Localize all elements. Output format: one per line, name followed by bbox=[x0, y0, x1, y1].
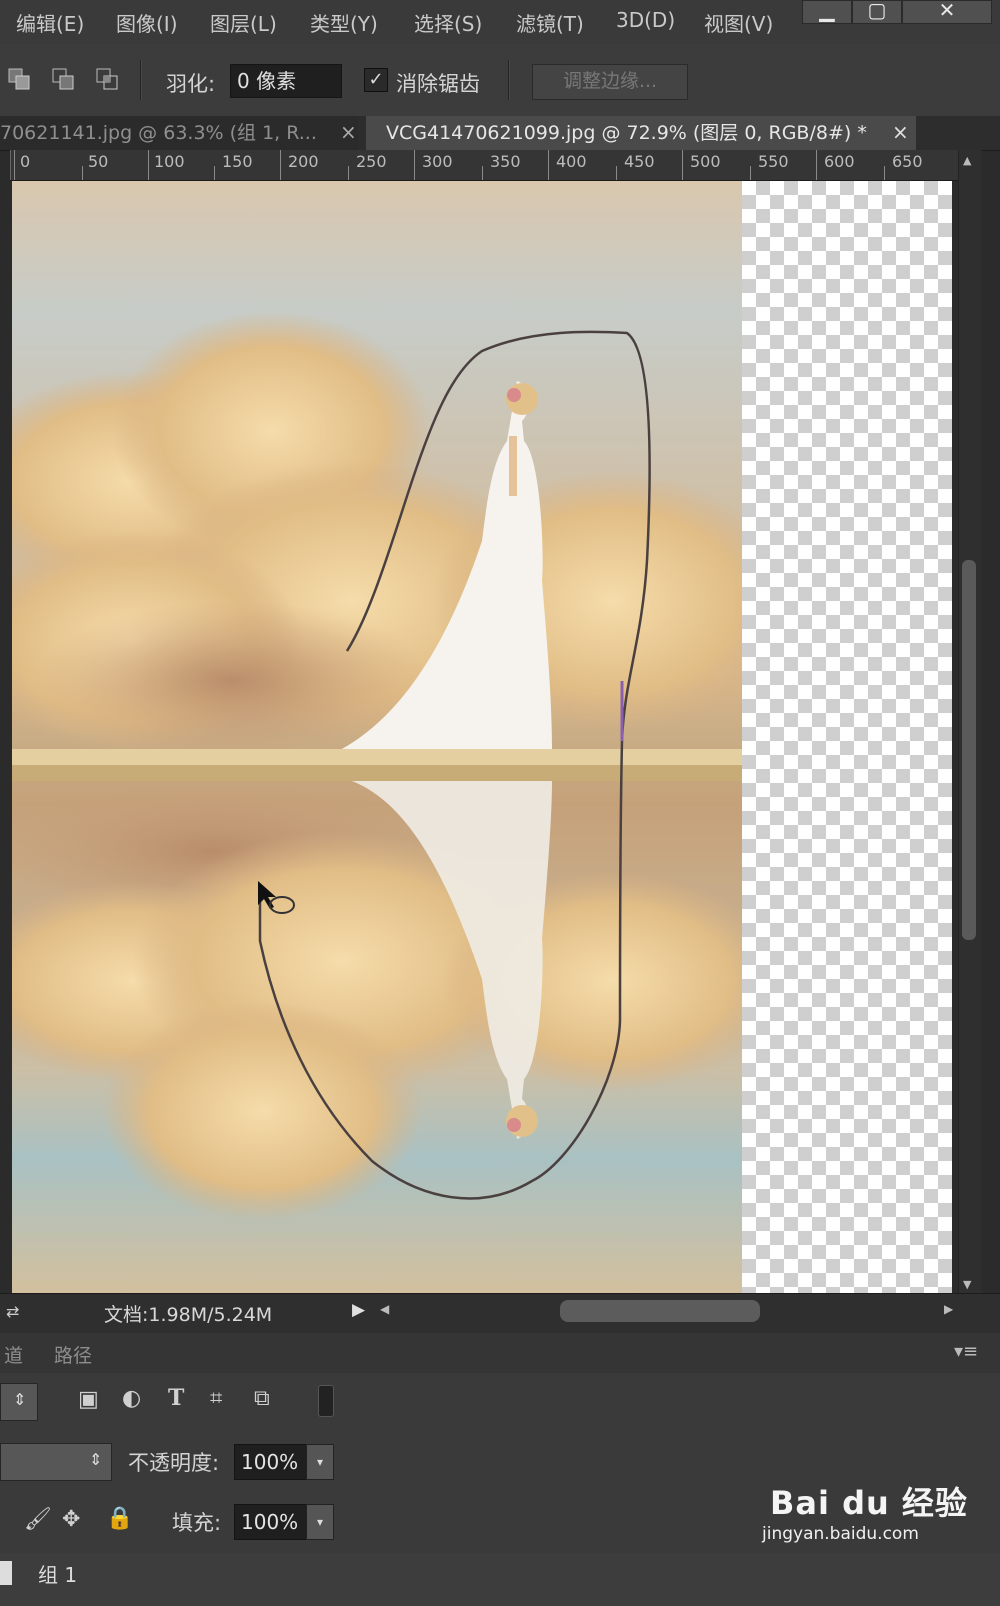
lock-all-icon[interactable]: 🔒 bbox=[106, 1506, 133, 1531]
status-menu-arrow-icon[interactable]: ▶ bbox=[352, 1300, 365, 1320]
filter-toggle-switch[interactable] bbox=[318, 1385, 334, 1417]
transparent-area bbox=[742, 181, 952, 1293]
tab-channels[interactable]: 道 bbox=[4, 1341, 23, 1368]
ruler-label: 150 bbox=[222, 152, 253, 171]
visibility-eye-icon[interactable] bbox=[0, 1561, 12, 1585]
ruler-label: 550 bbox=[758, 152, 789, 171]
lock-position-move-icon[interactable]: ✥ bbox=[62, 1507, 80, 1532]
tab-close-icon[interactable]: × bbox=[892, 120, 909, 144]
baidu-jingyan-watermark: Bai du 经验 jingyan.baidu.com bbox=[756, 1466, 986, 1556]
blend-mode-select[interactable]: ⇕ bbox=[0, 1443, 112, 1481]
layer-row[interactable]: 组 1 bbox=[0, 1553, 1000, 1606]
pixel-layer-filter-icon[interactable]: ▣ bbox=[78, 1387, 99, 1412]
opacity-label: 不透明度: bbox=[128, 1451, 220, 1475]
minimize-icon: ▁ bbox=[819, 0, 835, 22]
menu-filter[interactable]: 滤镜(T) bbox=[516, 8, 584, 37]
close-icon: ✕ bbox=[938, 0, 956, 22]
opacity-dropdown[interactable]: ▾ bbox=[306, 1444, 334, 1480]
ruler-label: 100 bbox=[154, 152, 185, 171]
fill-label: 填充: bbox=[172, 1511, 222, 1535]
new-selection-icon[interactable] bbox=[8, 68, 30, 90]
doc-info: 文档:1.98M/5.24M bbox=[104, 1304, 273, 1326]
document-tabs: 70621141.jpg @ 63.3% (组 1, R... × VCG414… bbox=[0, 116, 1000, 151]
ruler-label: 450 bbox=[624, 152, 655, 171]
layer-filter-row: ⇕ ▣ ◐ T ⌗ ⧉ bbox=[0, 1373, 1000, 1434]
add-to-selection-icon[interactable] bbox=[52, 68, 74, 90]
ruler-origin bbox=[10, 150, 11, 180]
tab-close-icon[interactable]: × bbox=[340, 120, 357, 144]
tab-document-2[interactable]: VCG41470621099.jpg @ 72.9% (图层 0, RGB/8#… bbox=[366, 116, 916, 150]
ruler-label: 300 bbox=[422, 152, 453, 171]
maximize-button[interactable]: ▢ bbox=[852, 0, 902, 24]
tab-document-1[interactable]: 70621141.jpg @ 63.3% (组 1, R... bbox=[0, 116, 358, 150]
scroll-down-icon[interactable]: ▼ bbox=[963, 1278, 971, 1291]
watermark-brand: Bai du 经验 bbox=[770, 1484, 968, 1522]
adjustment-layer-filter-icon[interactable]: ◐ bbox=[122, 1386, 141, 1411]
scroll-right-icon[interactable]: ▶ bbox=[944, 1302, 953, 1316]
menu-view[interactable]: 视图(V) bbox=[704, 8, 773, 37]
filter-kind-select[interactable]: ⇕ bbox=[0, 1383, 38, 1421]
photo-bride-reflection bbox=[12, 181, 742, 1293]
menu-type[interactable]: 类型(Y) bbox=[310, 8, 378, 37]
document-canvas[interactable] bbox=[12, 181, 742, 1293]
watermark-url: jingyan.baidu.com bbox=[762, 1524, 919, 1544]
divider bbox=[508, 60, 510, 100]
divider bbox=[140, 60, 142, 100]
menu-bar: 编辑(E) 图像(I) 图层(L) 类型(Y) 选择(S) 滤镜(T) 3D(D… bbox=[0, 0, 1000, 45]
opacity-input[interactable]: 100% bbox=[234, 1444, 310, 1480]
ruler-label: 600 bbox=[824, 152, 855, 171]
ruler-label: 650 bbox=[892, 152, 923, 171]
ruler-label: 200 bbox=[288, 152, 319, 171]
ruler-label: 400 bbox=[556, 152, 587, 171]
horizontal-scroll-thumb[interactable] bbox=[560, 1300, 760, 1322]
lock-pixels-brush-icon[interactable]: 🖌 bbox=[24, 1507, 52, 1532]
feather-label: 羽化: bbox=[166, 72, 216, 96]
ruler-label: 0 bbox=[20, 152, 31, 171]
feather-input[interactable]: 0 像素 bbox=[230, 64, 342, 98]
panel-tab-bar: 道 路径 ▾≡ bbox=[0, 1333, 1000, 1374]
subtract-selection-icon[interactable] bbox=[96, 68, 118, 90]
smart-object-filter-icon[interactable]: ⧉ bbox=[254, 1386, 270, 1411]
ruler-label: 500 bbox=[690, 152, 721, 171]
fill-input[interactable]: 100% bbox=[234, 1504, 310, 1540]
fill-dropdown[interactable]: ▾ bbox=[306, 1504, 334, 1540]
layer-name: 组 1 bbox=[38, 1563, 78, 1587]
status-toggle-icon[interactable]: ⇄ bbox=[6, 1302, 19, 1321]
updown-icon: ⇕ bbox=[89, 1450, 103, 1469]
refine-edge-button[interactable]: 调整边缘... bbox=[532, 64, 688, 100]
updown-icon: ⇕ bbox=[13, 1390, 27, 1409]
ruler-label: 50 bbox=[88, 152, 109, 171]
tab-title: VCG41470621099.jpg @ 72.9% (图层 0, RGB/8#… bbox=[386, 122, 867, 144]
tab-paths[interactable]: 路径 bbox=[54, 1341, 92, 1368]
panel-menu-icon[interactable]: ▾≡ bbox=[954, 1341, 978, 1362]
menu-3d[interactable]: 3D(D) bbox=[616, 8, 675, 32]
chevron-down-icon: ▾ bbox=[316, 1455, 324, 1469]
antialias-checkbox[interactable]: ✓ bbox=[364, 68, 388, 92]
ruler-label: 250 bbox=[356, 152, 387, 171]
antialias-label: 消除锯齿 bbox=[396, 72, 480, 96]
status-bar: ⇄ 文档:1.98M/5.24M ▶ ◀ ▶ bbox=[0, 1293, 1000, 1334]
tab-title: 70621141.jpg @ 63.3% (组 1, R... bbox=[0, 122, 317, 144]
chevron-down-icon: ▾ bbox=[316, 1515, 324, 1529]
minimize-button[interactable]: ▁ bbox=[802, 0, 852, 24]
horizontal-ruler: 0 50 100 150 200 250 300 350 400 450 500… bbox=[10, 150, 958, 181]
type-layer-filter-icon[interactable]: T bbox=[168, 1385, 184, 1411]
close-window-button[interactable]: ✕ bbox=[902, 0, 992, 24]
options-bar: 羽化: 0 像素 ✓ 消除锯齿 调整边缘... bbox=[0, 44, 1000, 117]
menu-image[interactable]: 图像(I) bbox=[116, 8, 178, 37]
scroll-up-icon[interactable]: ▲ bbox=[963, 154, 971, 167]
maximize-icon: ▢ bbox=[867, 0, 887, 22]
menu-edit[interactable]: 编辑(E) bbox=[16, 8, 84, 37]
shape-layer-filter-icon[interactable]: ⌗ bbox=[210, 1386, 222, 1411]
scroll-left-icon[interactable]: ◀ bbox=[380, 1302, 389, 1316]
menu-select[interactable]: 选择(S) bbox=[414, 8, 482, 37]
checkmark-icon: ✓ bbox=[368, 69, 384, 90]
menu-layer[interactable]: 图层(L) bbox=[210, 8, 277, 37]
vertical-scroll-thumb[interactable] bbox=[962, 560, 976, 940]
ruler-label: 350 bbox=[490, 152, 521, 171]
